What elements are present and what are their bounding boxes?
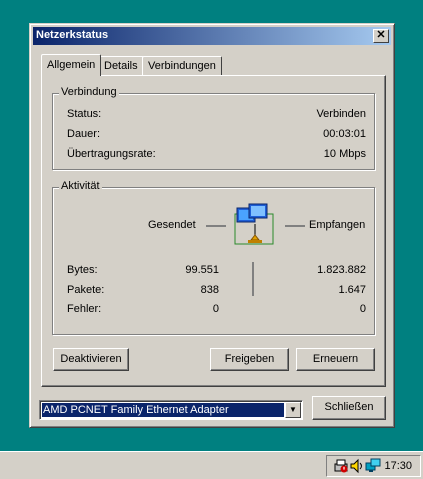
chevron-down-icon: ▼ <box>289 405 297 414</box>
bytes-label: Bytes: <box>67 264 98 276</box>
printer-alert-icon[interactable] <box>333 458 349 474</box>
received-line <box>285 225 305 227</box>
close-window-button[interactable]: ✕ <box>373 29 389 43</box>
duration-label: Dauer: <box>67 128 101 140</box>
adapter-select[interactable]: AMD PCNET Family Ethernet Adapter ▼ <box>39 400 303 420</box>
aktivitaet-group-title: Aktivität <box>59 180 102 192</box>
adapter-selected-value: AMD PCNET Family Ethernet Adapter <box>42 403 284 417</box>
volume-icon[interactable] <box>349 458 365 474</box>
packets-received: 1.647 <box>338 284 366 296</box>
tab-details[interactable]: Details <box>98 56 144 75</box>
received-label: Empfangen <box>309 219 366 231</box>
errors-label: Fehler: <box>67 303 102 315</box>
tab-verbindungen[interactable]: Verbindungen <box>142 56 222 75</box>
duration-value: 00:03:01 <box>323 128 366 140</box>
network-status-window: Netzerkstatus ✕ Allgemein Details Verbin… <box>29 23 395 428</box>
tab-allgemein[interactable]: Allgemein <box>41 54 102 76</box>
packets-sent: 838 <box>200 284 219 296</box>
tab-panel-allgemein: Verbindung Status: Verbinden Dauer: 00:0… <box>41 75 386 387</box>
activity-divider <box>252 262 254 296</box>
status-label: Status: <box>67 108 102 120</box>
packets-label: Pakete: <box>67 284 105 296</box>
deactivate-button[interactable]: Deaktivieren <box>53 348 129 371</box>
close-icon: ✕ <box>376 29 386 41</box>
dropdown-button[interactable]: ▼ <box>285 402 301 418</box>
close-button[interactable]: Schließen <box>312 396 386 420</box>
bytes-received: 1.823.882 <box>317 264 366 276</box>
verbindung-group-title: Verbindung <box>59 86 119 98</box>
taskbar: 17:30 <box>0 451 423 479</box>
network-activity-icon <box>233 202 277 246</box>
speed-value: 10 Mbps <box>323 148 366 160</box>
verbindung-group: Verbindung Status: Verbinden Dauer: 00:0… <box>52 86 375 170</box>
renew-button[interactable]: Erneuern <box>296 348 375 371</box>
system-tray: 17:30 <box>326 455 421 477</box>
bytes-sent: 99.551 <box>185 264 219 276</box>
share-button[interactable]: Freigeben <box>210 348 289 371</box>
sent-label: Gesendet <box>148 219 196 231</box>
aktivitaet-group: Aktivität Gesendet Empfangen Bytes: 99.5… <box>52 180 375 335</box>
network-tray-icon[interactable] <box>365 458 381 474</box>
title-bar[interactable]: Netzerkstatus ✕ <box>33 27 391 45</box>
errors-sent: 0 <box>212 303 219 315</box>
window-title: Netzerkstatus <box>36 29 109 41</box>
errors-received: 0 <box>359 303 366 315</box>
speed-label: Übertragungsrate: <box>67 148 156 160</box>
sent-line <box>206 225 226 227</box>
status-value: Verbinden <box>316 108 366 120</box>
clock: 17:30 <box>384 460 412 472</box>
